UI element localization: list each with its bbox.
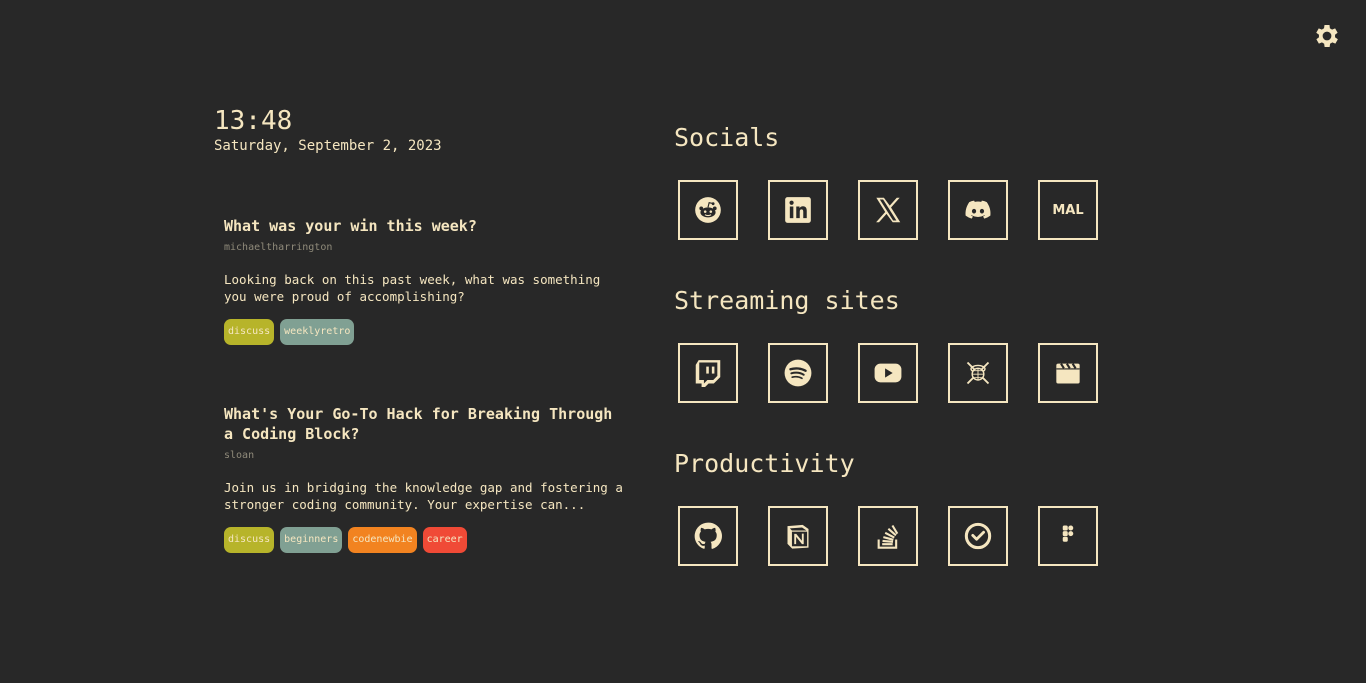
post-description: Join us in bridging the knowledge gap an… <box>224 480 623 512</box>
post-description: Looking back on this past week, what was… <box>224 272 601 304</box>
link-linkedin[interactable] <box>768 180 828 240</box>
streaming-links <box>678 343 1098 403</box>
post-title[interactable]: What's Your Go-To Hack for Breaking Thro… <box>224 404 624 444</box>
tag-discuss[interactable]: discuss <box>224 319 275 345</box>
links-column: Socials MAL Streaming sites Productivity <box>674 120 1098 566</box>
link-youtube[interactable] <box>858 343 918 403</box>
section-title-streaming: Streaming sites <box>674 286 900 315</box>
reddit-icon <box>695 197 721 223</box>
youtube-icon <box>874 363 902 383</box>
figma-icon <box>1062 525 1074 542</box>
mal-icon: MAL <box>1052 202 1084 218</box>
todoist-icon <box>964 522 992 550</box>
post-card[interactable]: What's Your Go-To Hack for Breaking Thro… <box>224 404 624 553</box>
clock-time: 13:48 <box>214 106 293 136</box>
link-discord[interactable] <box>948 180 1008 240</box>
x-icon <box>876 197 901 223</box>
spotify-icon <box>784 359 812 387</box>
post-title[interactable]: What was your win this week? <box>224 216 624 236</box>
post-author: sloan <box>224 450 255 461</box>
link-todoist[interactable] <box>948 506 1008 566</box>
link-spotify[interactable] <box>768 343 828 403</box>
settings-button[interactable] <box>1312 21 1342 51</box>
link-figma[interactable] <box>1038 506 1098 566</box>
discord-icon <box>965 200 991 219</box>
anime-site-icon <box>966 361 990 385</box>
link-github[interactable] <box>678 506 738 566</box>
link-mal[interactable]: MAL <box>1038 180 1098 240</box>
socials-links: MAL <box>678 180 1098 240</box>
left-column: 13:48 Saturday, September 2, 2023 What w… <box>214 105 634 553</box>
link-stackoverflow[interactable] <box>858 506 918 566</box>
tag-career[interactable]: career <box>422 527 467 553</box>
link-twitch[interactable] <box>678 343 738 403</box>
post-author: michaeltharrington <box>224 242 333 253</box>
link-notion[interactable] <box>768 506 828 566</box>
post-tags: discuss weeklyretro <box>224 319 624 345</box>
productivity-links <box>678 506 1098 566</box>
post-tags: discuss beginners codenewbie career <box>224 527 624 553</box>
gear-icon <box>1316 25 1338 47</box>
link-anime-site[interactable] <box>948 343 1008 403</box>
link-reddit[interactable] <box>678 180 738 240</box>
tag-beginners[interactable]: beginners <box>280 527 343 553</box>
tag-discuss[interactable]: discuss <box>224 527 275 553</box>
tag-codenewbie[interactable]: codenewbie <box>348 527 417 553</box>
tag-weeklyretro[interactable]: weeklyretro <box>280 319 355 345</box>
link-movies[interactable] <box>1038 343 1098 403</box>
post-card[interactable]: What was your win this week? michaelthar… <box>224 216 624 345</box>
notion-icon <box>787 524 809 549</box>
link-x[interactable] <box>858 180 918 240</box>
clock-date: Saturday, September 2, 2023 <box>214 138 442 154</box>
section-title-socials: Socials <box>674 123 780 152</box>
section-title-productivity: Productivity <box>674 449 855 478</box>
twitch-icon <box>695 360 721 387</box>
linkedin-icon <box>785 197 811 223</box>
stackoverflow-icon <box>877 524 899 549</box>
clapperboard-icon <box>1056 363 1080 384</box>
github-icon <box>694 522 722 549</box>
